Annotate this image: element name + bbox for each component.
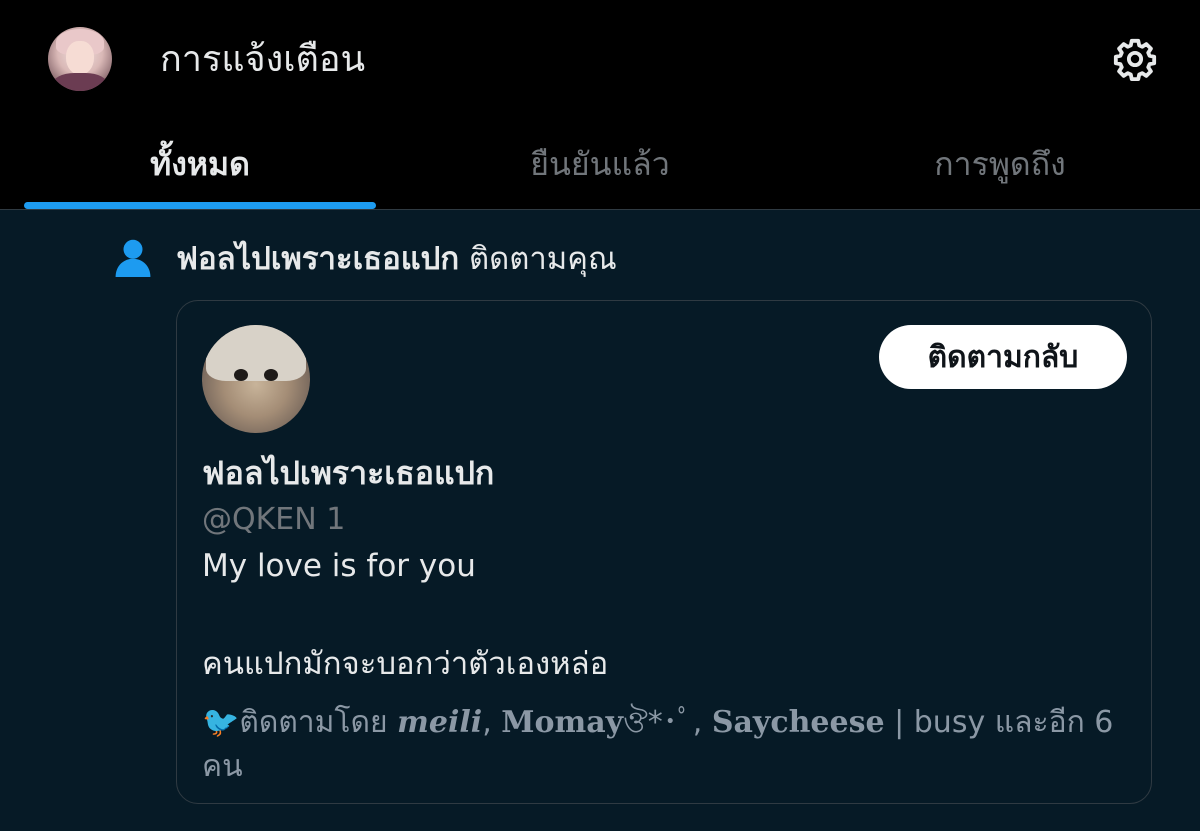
person-icon (115, 239, 151, 277)
user-bio: My love is for you คนแปกมักจะบอกว่าตัวเอ… (202, 545, 1122, 685)
followed-by-prefix: ติดตามโดย (239, 705, 388, 740)
notification-action: ติดตามคุณ (469, 241, 617, 277)
user-avatar[interactable] (202, 325, 310, 433)
user-handle: @QKEN 1 (202, 502, 346, 537)
user-display-name[interactable]: ฟอลไปเพราะเธอแปก (202, 451, 494, 495)
top-bar: การแจ้งเตือน (0, 0, 1200, 118)
followed-by-text: 🐦ติดตามโดย meili, Momayঔ*･ﾟ, Saycheese |… (202, 705, 1114, 784)
tab-all[interactable]: ทั้งหมด (24, 118, 376, 210)
follower-user-2: Momay (501, 705, 624, 740)
follower-user-3: Saycheese (711, 705, 885, 740)
follower-name[interactable]: ฟอลไปเพราะเธอแปก (176, 241, 459, 277)
bird-icon: 🐦 (202, 705, 240, 740)
bio-line-2: คนแปกมักจะบอกว่าตัวเองหล่อ (202, 646, 609, 682)
follower-user-1: meili (397, 705, 483, 740)
follow-back-button[interactable]: ติดตามกลับ (879, 325, 1127, 389)
page-title: การแจ้งเตือน (160, 39, 366, 80)
notification-text: ฟอลไปเพราะเธอแปก ติดตามคุณ (176, 238, 617, 280)
bio-line-1: My love is for you (202, 548, 476, 584)
active-tab-indicator (24, 202, 376, 209)
tab-verified[interactable]: ยืนยันแล้ว (400, 118, 800, 210)
gear-icon[interactable] (1112, 36, 1158, 82)
user-card[interactable]: ติดตามกลับ ฟอลไปเพราะเธอแปก @QKEN 1 My l… (176, 300, 1152, 804)
follower-user-2-suffix: ঔ*･ﾟ (623, 705, 693, 740)
tab-bar: ทั้งหมด ยืนยันแล้ว การพูดถึง (0, 118, 1200, 210)
tab-mentions[interactable]: การพูดถึง (800, 118, 1200, 210)
my-avatar[interactable] (48, 27, 112, 91)
